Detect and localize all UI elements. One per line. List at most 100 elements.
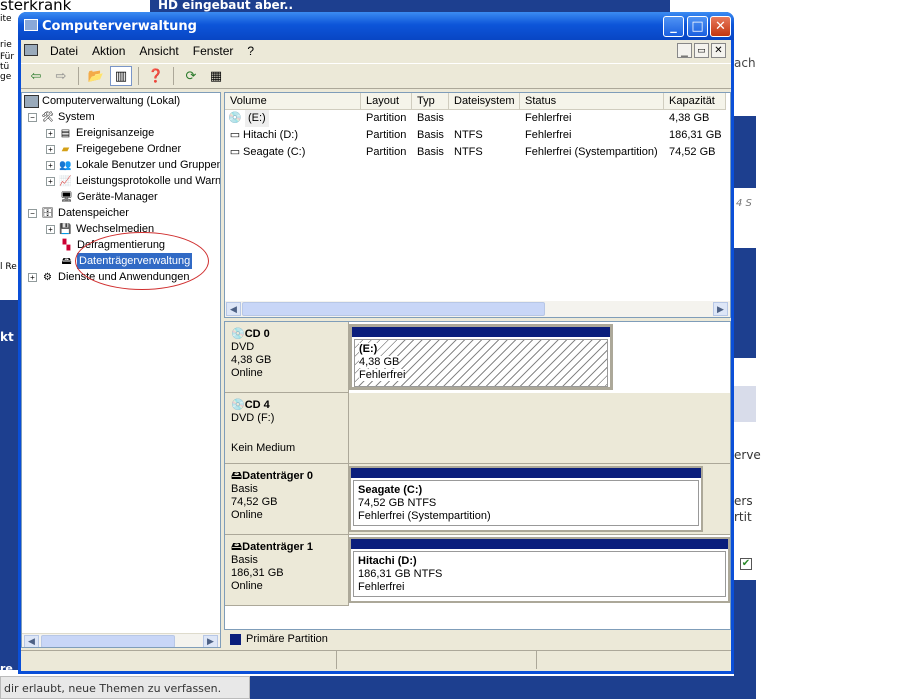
maximize-button[interactable]: □: [687, 16, 708, 37]
table-row[interactable]: ▭ Seagate (C:) Partition Basis NTFS Fehl…: [225, 144, 730, 161]
shared-folder-icon: ▰: [61, 143, 70, 155]
disk-label-disk0[interactable]: 🖴Datenträger 0 Basis 74,52 GB Online: [225, 464, 349, 535]
doc-restore-button[interactable]: ▭: [694, 43, 709, 58]
toolbar: ⇦ ⇨ 📂 ▥ ❓ ⟳ ▦: [21, 63, 731, 89]
storage-icon: 🗄: [41, 207, 54, 219]
tree-item-label: Datenspeicher: [58, 207, 129, 219]
expand-icon[interactable]: +: [46, 160, 55, 170]
expand-icon[interactable]: +: [28, 272, 37, 282]
forward-arrow-icon[interactable]: ⇨: [50, 66, 72, 86]
expand-icon[interactable]: +: [46, 144, 55, 154]
expand-icon[interactable]: +: [46, 224, 55, 234]
volume-status: Fehlerfrei: [358, 581, 405, 593]
collapse-icon[interactable]: −: [28, 112, 37, 122]
scroll-left-icon[interactable]: ◀: [24, 635, 39, 647]
volume-name: (E:): [359, 343, 378, 356]
background-panel: [734, 248, 756, 358]
column-header-typ[interactable]: Typ: [412, 93, 449, 110]
list-horizontal-scrollbar[interactable]: ◀ ▶: [225, 301, 730, 317]
column-header-volume[interactable]: Volume: [225, 93, 361, 110]
background-text: ach: [734, 56, 756, 70]
tree-item-system[interactable]: − 🛠 System: [28, 109, 95, 125]
legend-swatch: [230, 633, 241, 645]
tree-item-label: Computerverwaltung (Lokal): [42, 95, 181, 107]
volume-body: (E:) 4,38 GB Fehlerfrei: [354, 339, 608, 387]
background-panel: [734, 580, 756, 676]
background-tab[interactable]: HD eingebaut aber..: [150, 0, 670, 12]
doc-minimize-button[interactable]: _: [677, 43, 692, 58]
background-text: tü: [0, 62, 10, 72]
volume-size: 186,31 GB NTFS: [358, 568, 443, 580]
column-header-status[interactable]: Status: [520, 93, 664, 110]
disk-type: Basis: [231, 554, 258, 566]
cd-drive-icon: 💿: [231, 399, 245, 411]
users-icon: 👥: [59, 159, 72, 171]
expand-icon[interactable]: +: [46, 128, 55, 138]
tools-icon: 🛠: [41, 111, 54, 123]
scroll-thumb[interactable]: [242, 302, 545, 316]
column-header-kapazitaet[interactable]: Kapazität: [664, 93, 726, 110]
tree-horizontal-scrollbar[interactable]: ◀ ▶: [22, 633, 220, 647]
table-row[interactable]: 💿 (E:) Partition Basis Fehlerfrei 4,38 G…: [225, 110, 730, 127]
cell-layout: Partition: [366, 129, 407, 141]
tree-item-lokale-benutzer[interactable]: + 👥 Lokale Benutzer und Gruppen: [46, 157, 220, 173]
minimize-button[interactable]: _: [663, 16, 684, 37]
annotation-ellipse: [75, 232, 209, 290]
cell-typ: Basis: [417, 129, 444, 141]
cell-typ: Basis: [417, 146, 444, 158]
scroll-right-icon[interactable]: ▶: [713, 302, 728, 316]
menu-datei[interactable]: Datei: [43, 44, 85, 58]
tree-item-label: Ereignisanzeige: [76, 127, 155, 139]
volume-block-d[interactable]: Hitachi (D:) 186,31 GB NTFS Fehlerfrei: [349, 537, 730, 603]
scroll-left-icon[interactable]: ◀: [226, 302, 241, 316]
disk-title: CD 0: [244, 328, 270, 340]
tree-item-label: Leistungsprotokolle und Warnungen: [76, 175, 221, 187]
disk-label-cd4[interactable]: 💿CD 4 DVD (F:) Kein Medium: [225, 393, 349, 464]
disk-graphical-view: 💿CD 0 DVD 4,38 GB Online (E:) 4,38 GB Fe…: [224, 321, 731, 630]
volume-block-c[interactable]: Seagate (C:) 74,52 GB NTFS Fehlerfrei (S…: [349, 466, 703, 532]
cell-typ: Basis: [417, 112, 444, 124]
show-tree-icon[interactable]: ▥: [110, 66, 132, 86]
help-icon[interactable]: ❓: [145, 66, 167, 86]
volume-name: Seagate (C:): [358, 484, 423, 496]
background-panel: [734, 386, 756, 422]
tree-item-label: Geräte-Manager: [77, 191, 158, 203]
menu-help[interactable]: ?: [240, 44, 261, 58]
volume-header-bar: [351, 539, 728, 549]
disk-type: Basis: [231, 483, 258, 495]
disk-label-cd0[interactable]: 💿CD 0 DVD 4,38 GB Online: [225, 322, 349, 393]
status-bar: [21, 650, 731, 670]
refresh-icon[interactable]: ⟳: [180, 66, 202, 86]
menu-fenster[interactable]: Fenster: [186, 44, 241, 58]
table-row[interactable]: ▭ Hitachi (D:) Partition Basis NTFS Fehl…: [225, 127, 730, 144]
scroll-right-icon[interactable]: ▶: [203, 635, 218, 647]
cell-dateisystem: NTFS: [454, 146, 483, 158]
scroll-thumb[interactable]: [41, 635, 175, 647]
column-header-layout[interactable]: Layout: [361, 93, 412, 110]
tree-item-geraete-manager[interactable]: 🖥 Geräte-Manager: [59, 189, 158, 205]
close-button[interactable]: ✕: [710, 16, 731, 37]
expand-icon[interactable]: +: [46, 176, 55, 186]
checkbox-icon[interactable]: ✔: [740, 558, 752, 570]
volume-size: 74,52 GB NTFS: [358, 497, 437, 509]
tree-item-freigegebene-ordner[interactable]: + ▰ Freigegebene Ordner: [46, 141, 181, 157]
cd-drive-icon: 💿: [228, 112, 242, 124]
column-header-dateisystem[interactable]: Dateisystem: [449, 93, 520, 110]
properties-icon[interactable]: ▦: [205, 66, 227, 86]
menu-aktion[interactable]: Aktion: [85, 44, 132, 58]
menu-ansicht[interactable]: Ansicht: [132, 44, 185, 58]
volume-block-e[interactable]: (E:) 4,38 GB Fehlerfrei: [349, 324, 613, 390]
cell-layout: Partition: [366, 112, 407, 124]
tree-item-ereignisanzeige[interactable]: + ▤ Ereignisanzeige: [46, 125, 154, 141]
tree-item-computerverwaltung[interactable]: Computerverwaltung (Lokal): [24, 93, 180, 109]
title-bar[interactable]: Computerverwaltung _ □ ✕: [18, 12, 734, 40]
disk-title: CD 4: [244, 399, 270, 411]
disk-label-disk1[interactable]: 🖴Datenträger 1 Basis 186,31 GB Online: [225, 535, 349, 606]
toolbar-separator: [78, 67, 79, 85]
tree-item-datenspeicher[interactable]: − 🗄 Datenspeicher: [28, 205, 129, 221]
doc-close-button[interactable]: ✕: [711, 43, 726, 58]
tree-item-leistungsprotokolle[interactable]: + 📈 Leistungsprotokolle und Warnungen: [46, 173, 221, 189]
collapse-icon[interactable]: −: [28, 208, 37, 218]
up-folder-icon[interactable]: 📂: [85, 66, 107, 86]
back-arrow-icon[interactable]: ⇦: [25, 66, 47, 86]
